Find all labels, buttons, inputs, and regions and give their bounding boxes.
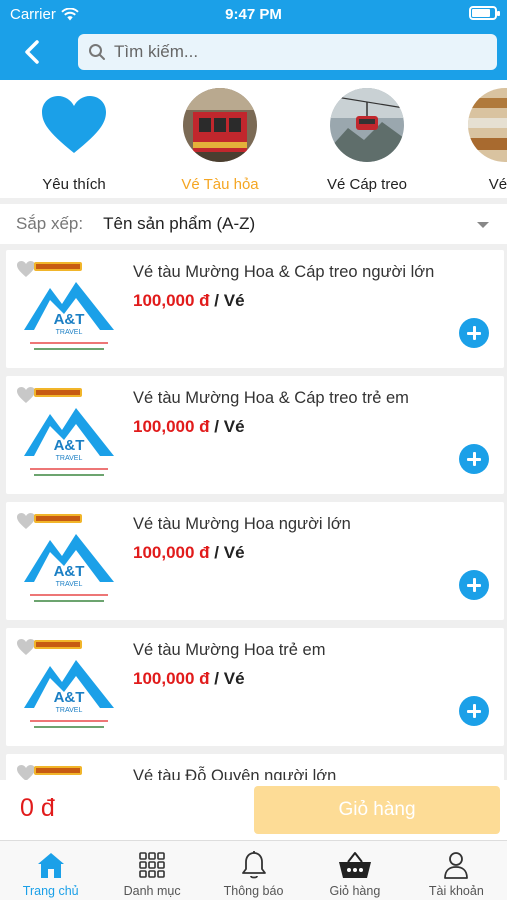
caret-down-icon (477, 222, 489, 228)
user-icon (406, 849, 507, 881)
product-card[interactable]: A&T TRAVEL Vé tàu Mường Hoa trẻ em 100,0… (6, 628, 504, 746)
tab-label: Trang chủ (22, 884, 79, 898)
add-to-cart-button[interactable] (459, 696, 489, 726)
product-logo: A&T TRAVEL (20, 262, 118, 362)
product-card[interactable]: A&T TRAVEL Vé tàu Mường Hoa người lớn 10… (6, 502, 504, 620)
product-logo: A&T TRAVEL (20, 640, 118, 740)
product-logo: A&T TRAVEL (20, 766, 118, 780)
category-label: Vé Cáp treo (326, 176, 408, 193)
food-photo (468, 88, 507, 162)
sort-dropdown[interactable]: Sắp xếp: Tên sản phẩm (A-Z) (0, 204, 507, 244)
search-input[interactable] (114, 42, 474, 62)
category-food[interactable]: Vé B (440, 88, 507, 193)
price-value: 100,000 đ (133, 291, 210, 310)
product-price: 100,000 đ / Vé (133, 669, 245, 689)
logo-sub: TRAVEL (56, 581, 83, 588)
product-price: 100,000 đ / Vé (133, 291, 245, 311)
logo-sub: TRAVEL (56, 455, 83, 462)
sort-value: Tên sản phẩm (A-Z) (103, 214, 256, 233)
product-name[interactable]: Vé tàu Đỗ Quyên người lớn (133, 767, 336, 780)
tab-label: Tài khoản (428, 884, 484, 898)
app-header: Carrier 9:47 PM (0, 0, 507, 80)
category-label: Yêu thích (42, 176, 106, 193)
logo-brand: A&T (54, 689, 85, 706)
back-button[interactable] (14, 34, 50, 70)
add-to-cart-button[interactable] (459, 570, 489, 600)
category-label: Vé Tàu hỏa (181, 176, 259, 193)
status-bar: Carrier 9:47 PM (0, 0, 507, 28)
category-cable-car[interactable]: Vé Cáp treo (302, 88, 432, 193)
logo-sub: TRAVEL (56, 329, 83, 336)
chevron-left-icon (25, 40, 39, 64)
cart-button[interactable]: Giỏ hàng (254, 786, 500, 834)
category-favorites[interactable]: Yêu thích (9, 88, 139, 193)
product-name[interactable]: Vé tàu Mường Hoa & Cáp treo trẻ em (133, 389, 409, 408)
category-strip: Yêu thích Vé Tàu hỏa Vé Cáp treo Vé (0, 80, 507, 198)
product-price: 100,000 đ / Vé (133, 543, 245, 563)
sort-label: Sắp xếp: (16, 214, 84, 233)
tab-cart[interactable]: Giỏ hàng (304, 841, 405, 900)
category-label: Vé B (488, 176, 507, 193)
add-to-cart-button[interactable] (459, 444, 489, 474)
train-photo (183, 88, 257, 162)
product-name[interactable]: Vé tàu Mường Hoa & Cáp treo người lớn (133, 263, 434, 282)
product-card[interactable]: A&T TRAVEL Vé tàu Đỗ Quyên người lớn (6, 754, 504, 780)
cable-car-photo (330, 88, 404, 162)
product-name[interactable]: Vé tàu Mường Hoa trẻ em (133, 641, 325, 660)
price-unit: / Vé (209, 543, 245, 562)
heart-icon (37, 88, 111, 162)
tab-categories[interactable]: Danh mục (101, 841, 202, 900)
tab-notifications[interactable]: Thông báo (203, 841, 304, 900)
tab-label: Danh mục (123, 884, 181, 898)
bell-icon (203, 849, 304, 881)
battery-icon (469, 6, 500, 20)
logo-brand: A&T (54, 311, 85, 328)
product-logo: A&T TRAVEL (20, 388, 118, 488)
product-card[interactable]: A&T TRAVEL Vé tàu Mường Hoa & Cáp treo t… (6, 376, 504, 494)
price-unit: / Vé (209, 291, 245, 310)
basket-icon (304, 849, 405, 881)
product-logo: A&T TRAVEL (20, 514, 118, 614)
tab-label: Giỏ hàng (329, 884, 381, 898)
search-icon (89, 44, 105, 60)
product-price: 100,000 đ / Vé (133, 417, 245, 437)
cart-total: 0 đ (20, 794, 55, 822)
price-value: 100,000 đ (133, 669, 210, 688)
price-value: 100,000 đ (133, 417, 210, 436)
price-unit: / Vé (209, 669, 245, 688)
add-to-cart-button[interactable] (459, 318, 489, 348)
price-value: 100,000 đ (133, 543, 210, 562)
price-unit: / Vé (209, 417, 245, 436)
search-bar[interactable] (78, 34, 497, 70)
tab-label: Thông báo (223, 884, 284, 898)
logo-brand: A&T (54, 437, 85, 454)
cart-bar: 0 đ Giỏ hàng (0, 780, 507, 840)
tab-account[interactable]: Tài khoản (406, 841, 507, 900)
product-list: A&T TRAVEL Vé tàu Mường Hoa & Cáp treo n… (0, 250, 507, 780)
tab-bar: Trang chủ Danh mục Thông báo Giỏ hàng Tà… (0, 840, 507, 900)
product-name[interactable]: Vé tàu Mường Hoa người lớn (133, 515, 351, 534)
product-card[interactable]: A&T TRAVEL Vé tàu Mường Hoa & Cáp treo n… (6, 250, 504, 368)
grid-icon (101, 849, 202, 881)
category-train[interactable]: Vé Tàu hỏa (155, 88, 285, 193)
status-time: 9:47 PM (225, 6, 282, 23)
logo-sub: TRAVEL (56, 707, 83, 714)
logo-brand: A&T (54, 563, 85, 580)
tab-home[interactable]: Trang chủ (0, 841, 101, 900)
home-icon (0, 849, 101, 881)
